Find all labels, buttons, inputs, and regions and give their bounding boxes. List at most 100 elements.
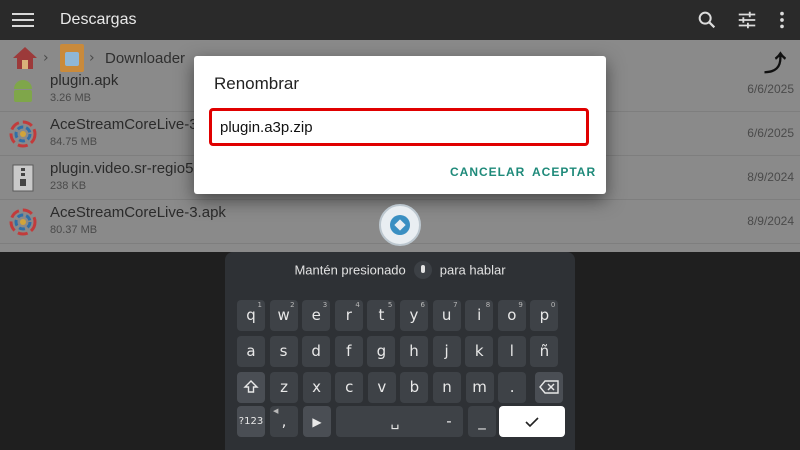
- key-t[interactable]: 5t: [367, 300, 396, 331]
- file-size: 84.75 MB: [50, 136, 98, 148]
- key-secondary: 8: [485, 301, 491, 309]
- key-e[interactable]: 3e: [302, 300, 331, 331]
- key-x[interactable]: x: [302, 372, 331, 403]
- breadcrumb-current[interactable]: Downloader: [105, 50, 185, 67]
- key-secondary: 9: [518, 301, 523, 309]
- symbols-key[interactable]: ?123: [237, 406, 265, 437]
- key-label: q: [246, 306, 256, 324]
- key-secondary: 6: [420, 301, 425, 309]
- file-name: AceStreamCoreLive-3: [50, 116, 198, 133]
- key-period[interactable]: .: [498, 372, 527, 403]
- key-label: i: [477, 306, 482, 324]
- app-logo: [379, 204, 421, 246]
- dialog-title: Renombrar: [214, 74, 300, 93]
- key-k[interactable]: k: [465, 336, 494, 367]
- key-label: y: [409, 306, 419, 324]
- file-size: 238 KB: [50, 180, 87, 192]
- underscore-key[interactable]: _: [468, 406, 496, 437]
- file-name: plugin.apk: [50, 72, 119, 89]
- filter-sliders-icon[interactable]: [736, 9, 758, 31]
- key-a[interactable]: a: [237, 336, 265, 367]
- key-d[interactable]: d: [302, 336, 331, 367]
- voice-hint-after: para hablar: [439, 262, 506, 278]
- key-v[interactable]: v: [367, 372, 396, 403]
- key-z[interactable]: z: [270, 372, 298, 403]
- space-icon: ␣: [390, 414, 400, 430]
- key-secondary: 3: [322, 301, 328, 309]
- key-secondary: ◀: [273, 407, 279, 415]
- file-size: 3.26 MB: [50, 92, 91, 104]
- key-label: o: [507, 306, 517, 324]
- screen: Descargas › › Downloader ⤴ plugin.apk 3.…: [0, 0, 800, 450]
- app-title: Descargas: [60, 11, 137, 28]
- key-f[interactable]: f: [334, 336, 363, 367]
- file-size: 80.37 MB: [50, 224, 98, 236]
- key-c[interactable]: c: [335, 372, 364, 403]
- menu-icon[interactable]: [12, 10, 34, 30]
- rename-dialog: Renombrar CANCELAR ACEPTAR: [194, 56, 606, 194]
- key-u[interactable]: 7u: [432, 300, 461, 331]
- backspace-icon: [539, 380, 559, 394]
- key-secondary: 0: [550, 301, 556, 309]
- key-q[interactable]: 1q: [237, 300, 265, 331]
- key-j[interactable]: j: [432, 336, 461, 367]
- search-icon[interactable]: [696, 9, 718, 31]
- key-o[interactable]: 9o: [497, 300, 526, 331]
- voice-hint: Mantén presionado para hablar: [225, 261, 575, 280]
- key-secondary: 1: [257, 301, 262, 309]
- key-label: p: [539, 306, 550, 324]
- backspace-key[interactable]: [535, 372, 563, 403]
- filename-input[interactable]: [209, 108, 589, 146]
- checkmark-icon: [525, 417, 539, 428]
- more-vertical-icon[interactable]: [771, 9, 793, 31]
- zip-icon: [12, 164, 34, 192]
- microphone-icon[interactable]: [413, 261, 432, 279]
- chevron-right-icon: ›: [43, 50, 49, 66]
- key-i[interactable]: 8i: [465, 300, 494, 331]
- dash-key[interactable]: -: [435, 406, 463, 437]
- key-b[interactable]: b: [400, 372, 429, 403]
- enter-key[interactable]: [499, 406, 565, 437]
- key-ñ[interactable]: ñ: [530, 336, 559, 367]
- key-label: r: [345, 306, 352, 324]
- key-g[interactable]: g: [367, 336, 396, 367]
- comma-key[interactable]: ◀,: [270, 406, 298, 437]
- key-label: t: [378, 306, 385, 324]
- key-y[interactable]: 6y: [400, 300, 428, 331]
- acestream-icon: [9, 120, 37, 148]
- accept-button[interactable]: ACEPTAR: [532, 165, 596, 179]
- chevron-right-icon: ›: [89, 50, 95, 66]
- file-date: 6/6/2025: [747, 126, 794, 140]
- shift-key[interactable]: [237, 372, 265, 403]
- cancel-button[interactable]: CANCELAR: [450, 165, 525, 179]
- file-name: plugin.video.sr-regio5: [50, 160, 194, 177]
- key-secondary: 7: [453, 301, 458, 309]
- key-l[interactable]: l: [497, 336, 526, 367]
- acestream-icon: [9, 208, 37, 236]
- key-n[interactable]: n: [433, 372, 461, 403]
- key-label: ,: [281, 412, 287, 430]
- key-label: e: [311, 306, 321, 324]
- file-name: AceStreamCoreLive-3.apk: [50, 204, 226, 221]
- key-p[interactable]: 0p: [530, 300, 559, 331]
- file-date: 8/9/2024: [747, 214, 794, 228]
- key-secondary: 5: [387, 301, 393, 309]
- shift-icon: [243, 380, 259, 393]
- android-icon: [14, 80, 32, 102]
- key-secondary: 4: [355, 301, 360, 309]
- key-w[interactable]: 2w: [269, 300, 298, 331]
- key-label: u: [441, 306, 452, 324]
- on-screen-keyboard: Mantén presionado para hablar 1q2w3e4r5t6…: [225, 252, 575, 450]
- key-s[interactable]: s: [269, 336, 298, 367]
- key-r[interactable]: 4r: [334, 300, 363, 331]
- voice-hint-before: Mantén presionado: [294, 262, 406, 278]
- key-label: w: [277, 306, 290, 324]
- emoji-key[interactable]: ▶: [303, 406, 331, 437]
- file-date: 8/9/2024: [747, 170, 794, 184]
- key-secondary: 2: [290, 301, 295, 309]
- file-date: 6/6/2025: [747, 82, 794, 96]
- key-h[interactable]: h: [400, 336, 428, 367]
- app-bar: Descargas: [0, 0, 800, 40]
- key-m[interactable]: m: [465, 372, 494, 403]
- arrow-right-icon: ▶: [312, 415, 322, 429]
